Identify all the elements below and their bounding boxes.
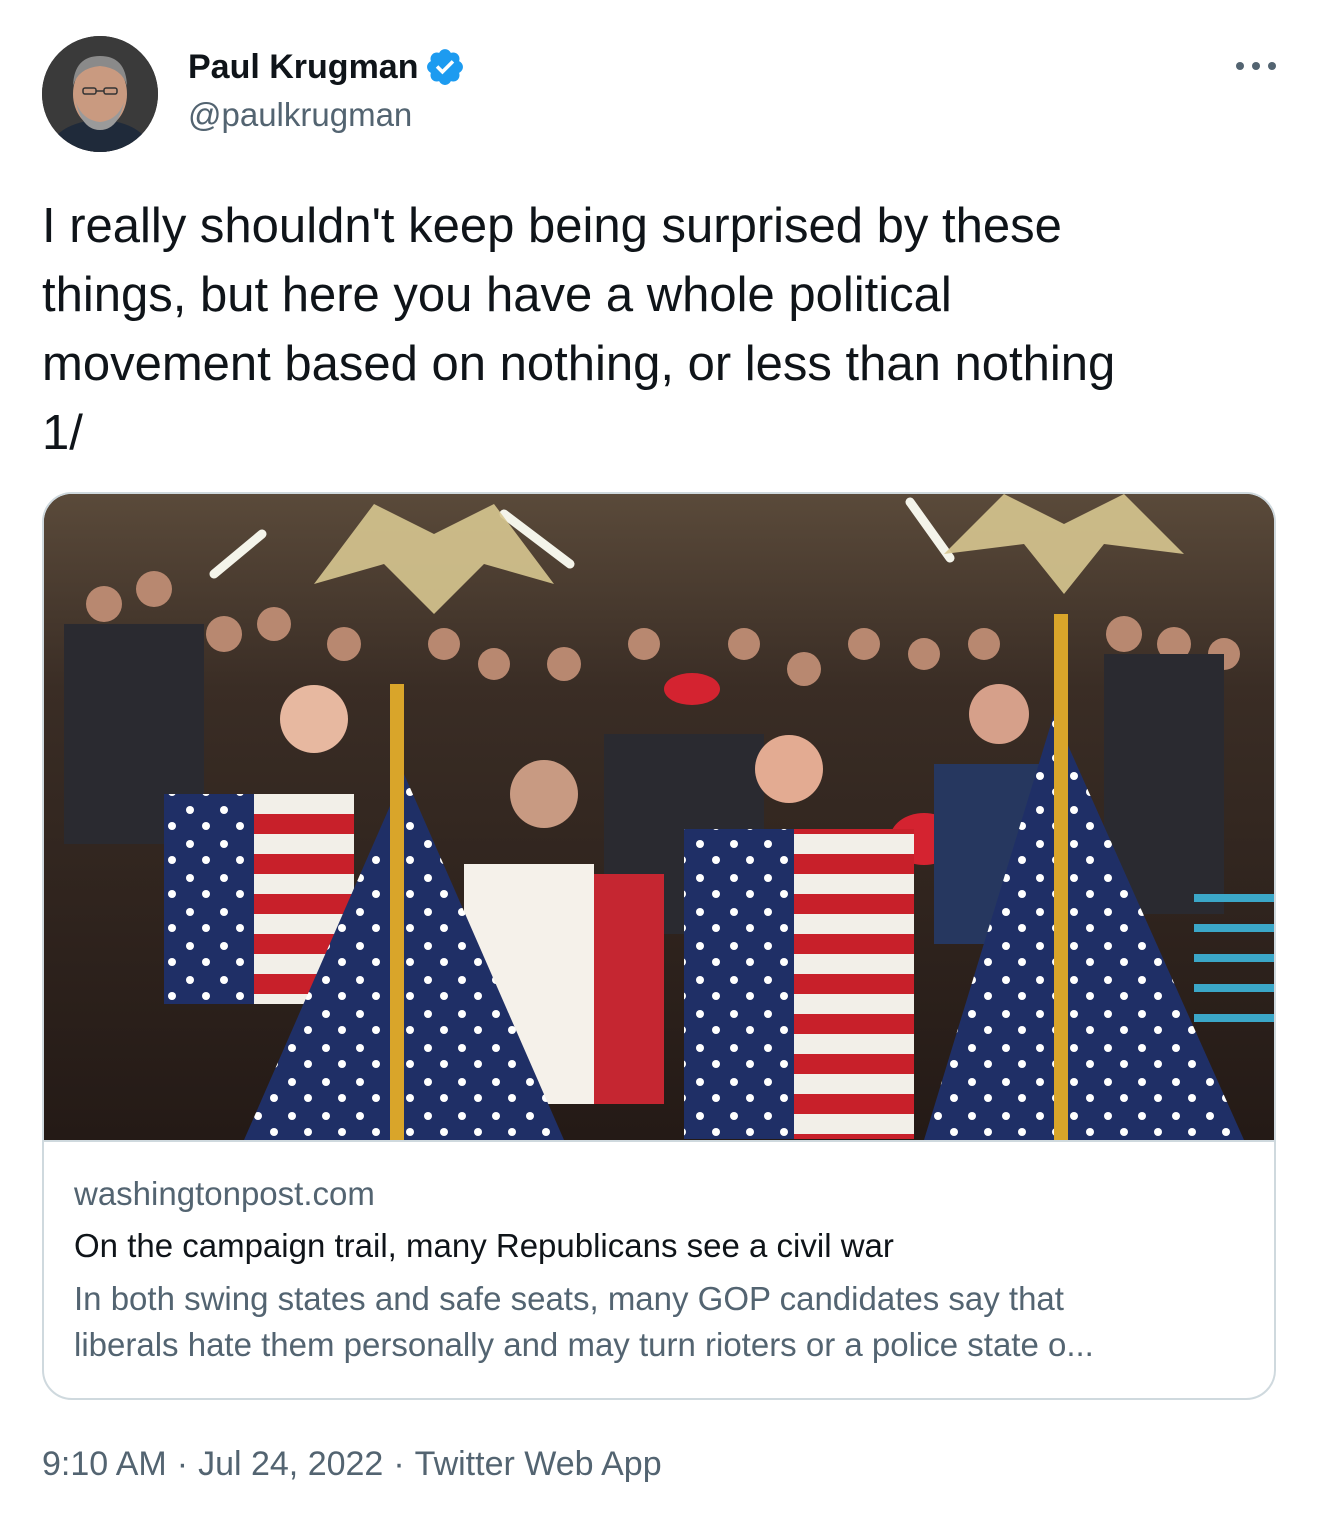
more-horizontal-icon[interactable] [1236, 56, 1276, 76]
verified-badge-icon [427, 49, 464, 85]
tweet-source[interactable]: Twitter Web App [415, 1445, 662, 1483]
display-name[interactable]: Paul Krugman [188, 44, 418, 90]
tweet-time[interactable]: 9:10 AM [42, 1445, 167, 1483]
avatar[interactable] [42, 36, 158, 152]
meta-separator: · [176, 1445, 189, 1483]
rally-photo-icon [44, 494, 1274, 1140]
meta-separator: · [393, 1445, 405, 1483]
card-description: In both swing states and safe seats, man… [74, 1280, 1094, 1363]
tweet-text: I really shouldn't keep being surprised … [42, 199, 1116, 460]
avatar-photo-icon [42, 36, 158, 152]
author-name-row: Paul Krugman [188, 44, 466, 90]
author-handle[interactable]: @paulkrugman [188, 93, 412, 137]
card-title: On the campaign trail, many Republicans … [74, 1227, 894, 1264]
card-divider [44, 1140, 1274, 1142]
link-card[interactable]: washingtonpost.com On the campaign trail… [42, 492, 1276, 1400]
card-domain: washingtonpost.com [74, 1175, 375, 1212]
tweet: Paul Krugman @paulkrugman I really shoul… [0, 0, 1336, 1520]
card-image[interactable] [44, 494, 1274, 1140]
tweet-date[interactable]: Jul 24, 2022 [198, 1445, 383, 1483]
tweet-metadata: 9:10 AM · Jul 24, 2022 · Twitter Web App [42, 1440, 662, 1488]
